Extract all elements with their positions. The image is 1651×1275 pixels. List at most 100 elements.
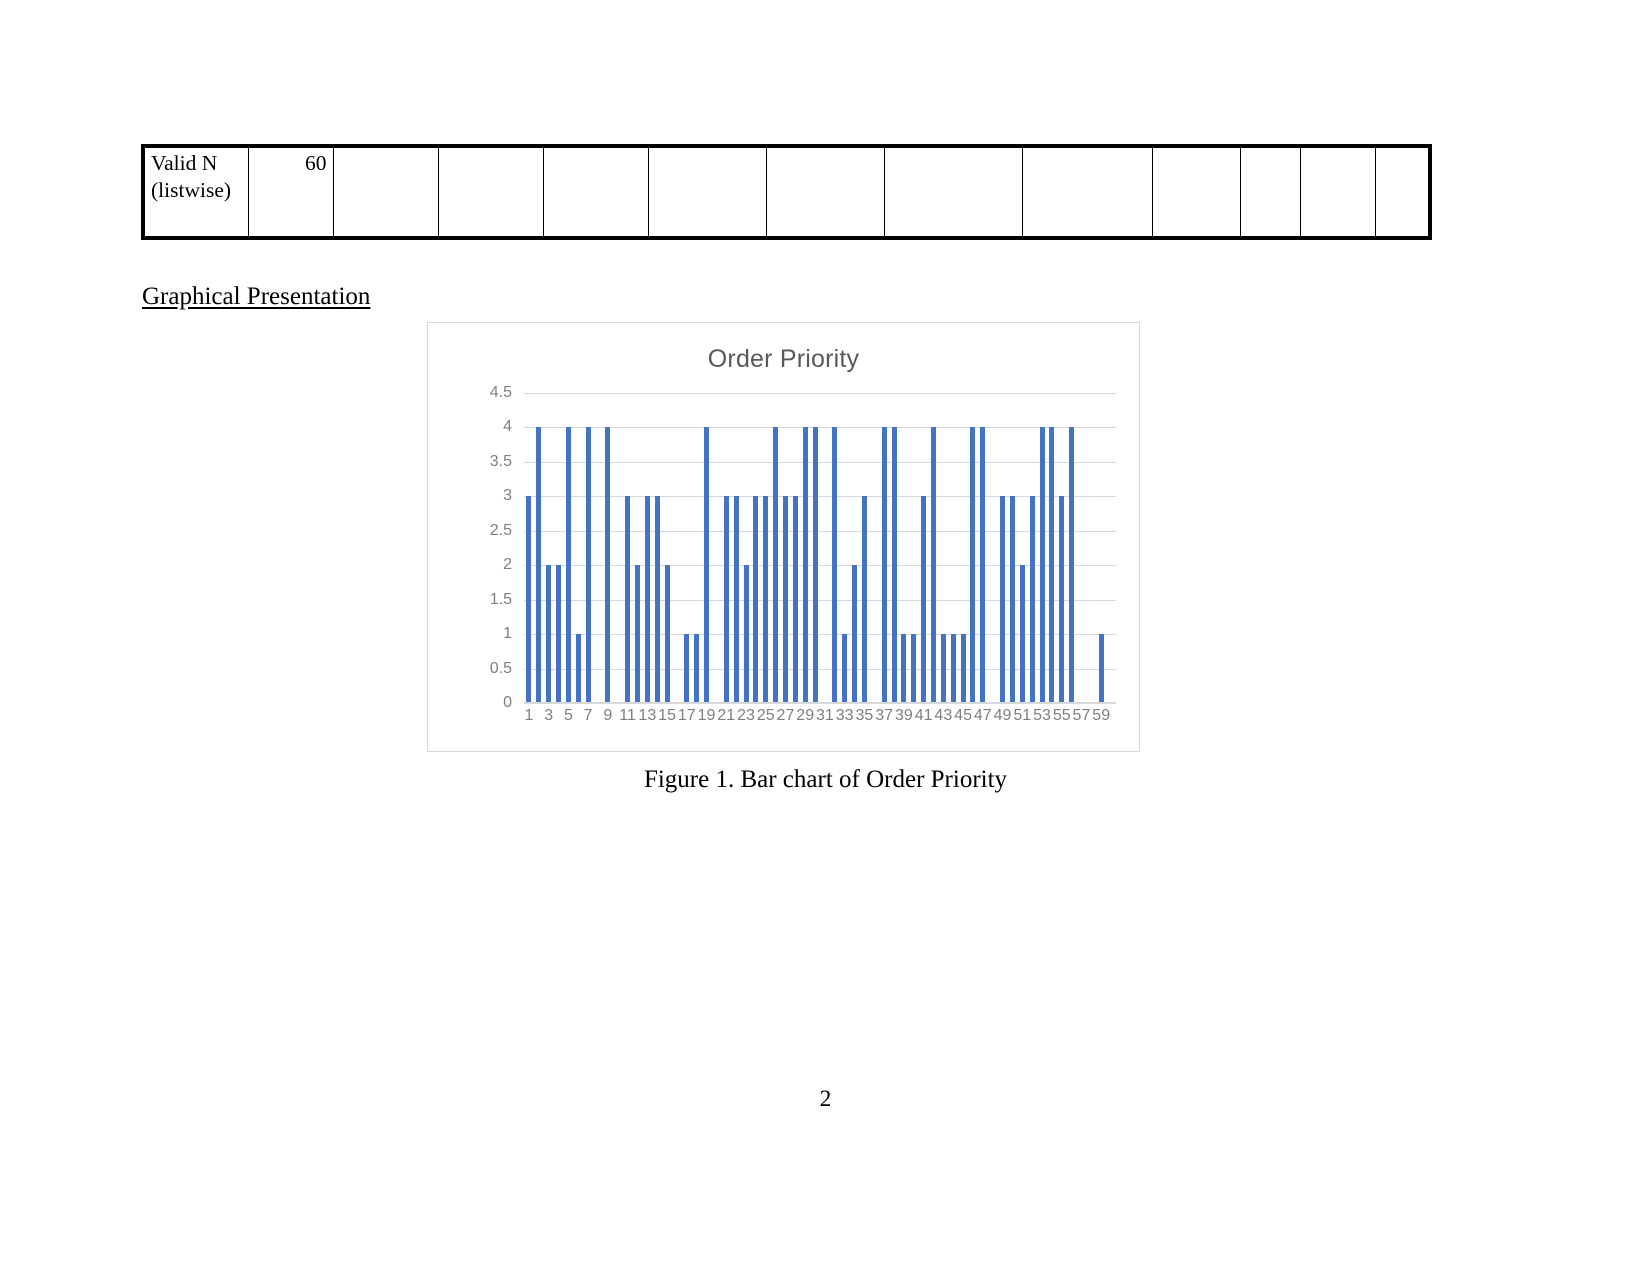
- y-axis-tick-label: 3: [503, 487, 512, 505]
- table-cell-empty-7: [1021, 145, 1153, 239]
- bar: [852, 565, 858, 703]
- table-cell-value: 60: [247, 145, 334, 239]
- bar: [812, 427, 818, 703]
- x-axis-tick-label: 29: [796, 707, 815, 724]
- bar: [1059, 496, 1065, 703]
- table-row: Valid N (listwise) 60: [142, 145, 1431, 239]
- bar: [970, 427, 976, 703]
- table-cell-empty-10: [1299, 145, 1376, 239]
- x-axis-tick-label: 57: [1072, 707, 1091, 724]
- bar: [891, 427, 897, 703]
- y-axis-tick-label: 2.5: [489, 521, 512, 539]
- bar: [585, 427, 591, 703]
- y-axis-tick-label: 3.5: [489, 452, 512, 470]
- x-axis-tick-label: 7: [583, 707, 593, 724]
- statistics-table: Valid N (listwise) 60: [141, 144, 1432, 240]
- table-cell-empty-6: [883, 145, 1023, 239]
- x-axis-tick-label: 5: [563, 707, 573, 724]
- section-heading-graphical-presentation: Graphical Presentation: [142, 283, 371, 310]
- y-axis-tick-label: 0: [503, 694, 512, 711]
- bar: [1098, 634, 1104, 703]
- table-cell-empty-1: [332, 145, 439, 239]
- statistics-table-container: Valid N (listwise) 60: [141, 144, 1432, 240]
- bar: [763, 496, 769, 703]
- bar: [832, 427, 838, 703]
- bar: [1029, 496, 1035, 703]
- x-axis: 1 3 5 7 9 11 13 15 17 19 21 23 25 27 29 31 33 35 37 39 41 43 4…: [524, 707, 1116, 733]
- table-cell-empty-4: [647, 145, 767, 239]
- bar: [634, 565, 640, 703]
- y-axis-tick-label: 1.5: [489, 590, 512, 608]
- bar: [861, 496, 867, 703]
- x-axis-tick-label: 45: [954, 707, 972, 724]
- x-axis-tick-label: 31: [816, 707, 834, 724]
- bar: [773, 427, 779, 703]
- x-axis-tick-label: 25: [756, 707, 775, 724]
- figure-caption: Figure 1. Bar chart of Order Priority: [643, 766, 1008, 793]
- bar: [1049, 427, 1055, 703]
- x-axis-tick-label: 11: [619, 707, 636, 724]
- bar: [980, 427, 986, 703]
- x-axis-tick-label: 41: [914, 707, 933, 724]
- table-cell-empty-2: [437, 145, 544, 239]
- x-axis-tick-label: 59: [1092, 707, 1111, 724]
- bar: [1009, 496, 1015, 703]
- x-axis-tick-label: 49: [993, 707, 1012, 724]
- bar: [1069, 427, 1075, 703]
- bar: [911, 634, 917, 703]
- y-axis-tick-label: 1: [503, 625, 512, 643]
- chart-title: Order Priority: [707, 345, 860, 373]
- x-axis-tick-label: 9: [603, 707, 613, 724]
- bar: [743, 565, 749, 703]
- x-axis-tick-label: 39: [894, 707, 913, 724]
- table-cell-empty-11: [1374, 145, 1431, 239]
- bar: [605, 427, 611, 703]
- gridline: [524, 703, 1116, 704]
- bar: [536, 427, 542, 703]
- bar: [1039, 427, 1045, 703]
- x-axis-tick-label: 27: [776, 707, 795, 724]
- bar: [694, 634, 700, 703]
- bar: [556, 565, 562, 703]
- bar: [792, 496, 798, 703]
- bar: [930, 427, 936, 703]
- y-axis-tick-label: 0.5: [489, 659, 512, 677]
- x-axis-tick-label: 3: [544, 707, 554, 724]
- bar: [753, 496, 759, 703]
- bar: [921, 496, 927, 703]
- x-axis-tick-label: 43: [934, 707, 953, 724]
- y-axis: 4.5 4 3.5 3 2.5 2 1.5 1 0.5 0: [479, 384, 516, 711]
- bar: [526, 496, 532, 703]
- table-cell-empty-8: [1151, 145, 1241, 239]
- table-cell-empty-9: [1239, 145, 1301, 239]
- x-axis-baseline: [524, 702, 1116, 703]
- bar: [644, 496, 650, 703]
- bar: [950, 634, 956, 703]
- x-axis-tick-label: 55: [1052, 707, 1071, 724]
- bar: [782, 496, 788, 703]
- bar: [684, 634, 690, 703]
- x-axis-tick-label: 53: [1033, 707, 1051, 724]
- page-number: 2: [819, 1086, 832, 1111]
- x-axis-tick-label: 47: [973, 707, 992, 724]
- x-axis-tick-label: 19: [697, 707, 716, 724]
- bar: [625, 496, 631, 703]
- bar-chart-container: Order Priority 4.5 4 3.5 3 2.5 2 1.5 1 0.5 0 1357…: [427, 322, 1140, 752]
- x-axis-tick-label: 51: [1013, 707, 1032, 724]
- bar: [802, 427, 808, 703]
- chart-plot-area: 4.5 4 3.5 3 2.5 2 1.5 1 0.5 0 1 3 5 7 9 11 13 15 17 19 21 23…: [479, 384, 1116, 729]
- table-cell-empty-3: [542, 145, 649, 239]
- y-axis-tick-label: 2: [503, 556, 512, 574]
- x-axis-tick-label: 35: [855, 707, 874, 724]
- bar: [654, 496, 660, 703]
- bar: [901, 634, 907, 703]
- bar: [940, 634, 946, 703]
- table-cell-empty-5: [765, 145, 885, 239]
- x-axis-tick-label: 13: [638, 707, 657, 724]
- bar-series: [524, 393, 1116, 703]
- bar: [1000, 496, 1006, 703]
- x-axis-tick-label: 15: [658, 707, 676, 724]
- bar: [546, 565, 552, 703]
- x-axis-tick-label: 33: [835, 707, 854, 724]
- chart-gridlines: [524, 393, 1116, 704]
